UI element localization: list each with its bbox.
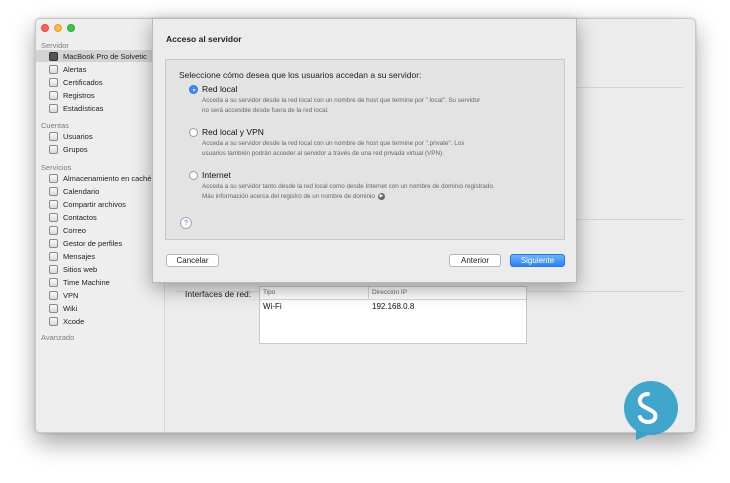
- sidebar-item-label: Alertas: [63, 64, 87, 74]
- option-label[interactable]: Internet: [202, 170, 231, 180]
- sidebar-item-compartir-archivos[interactable]: Compartir archivos: [36, 198, 164, 210]
- radio-internet[interactable]: [189, 171, 198, 180]
- messages-icon: [49, 251, 58, 261]
- sidebar-item-label: Contactos: [63, 212, 97, 222]
- sidebar-item-alertas[interactable]: Alertas: [36, 63, 164, 75]
- header-divider: [260, 299, 526, 300]
- cell-tipo: Wi-Fi: [263, 302, 282, 311]
- solvetic-logo: [624, 381, 678, 440]
- sidebar-item-label: Certificados: [63, 77, 103, 87]
- sidebar-item-label: Mensajes: [63, 251, 96, 261]
- stats-icon: [49, 103, 58, 113]
- sidebar-section-cuentas: Cuentas: [41, 121, 69, 130]
- option-description-line: no será accesible desde fuera de la red …: [202, 107, 329, 114]
- window-controls: [41, 24, 75, 32]
- sidebar-section-avanzado[interactable]: Avanzado: [41, 333, 74, 342]
- calendar-icon: [49, 186, 58, 196]
- close-window-button[interactable]: [41, 24, 49, 32]
- option-description-line: Acceda a su servidor desde la red local …: [202, 97, 481, 104]
- sidebar-item-time-machine[interactable]: Time Machine: [36, 276, 164, 288]
- wiki-icon: [49, 303, 58, 313]
- sidebar-item-contactos[interactable]: Contactos: [36, 211, 164, 223]
- cancel-button[interactable]: Cancelar: [166, 254, 219, 267]
- vpn-icon: [49, 290, 58, 300]
- network-interfaces-table: Tipo Dirección IP Wi-Fi 192.168.0.8: [259, 286, 527, 344]
- log-icon: [49, 90, 58, 100]
- back-button[interactable]: Anterior: [449, 254, 501, 267]
- sidebar-item-label: Almacenamiento en caché: [63, 173, 152, 183]
- sidebar-item-label: Grupos: [63, 144, 88, 154]
- network-interfaces-label: Interfaces de red:: [185, 289, 252, 299]
- server-access-sheet: Acceso al servidor Seleccione cómo desea…: [152, 18, 577, 283]
- sidebar-item-label: Sitios web: [63, 264, 98, 274]
- sidebar-item-calendario[interactable]: Calendario: [36, 185, 164, 197]
- sidebar-item-label: Wiki: [63, 303, 78, 313]
- certificate-icon: [49, 77, 58, 87]
- users-icon: [49, 131, 58, 141]
- sidebar-section-servicios: Servicios: [41, 163, 72, 172]
- next-button[interactable]: Siguiente: [510, 254, 565, 267]
- option-description-line: Acceda a su servidor desde la red local …: [202, 140, 465, 147]
- sidebar-item-wiki[interactable]: Wiki: [36, 302, 164, 314]
- sidebar-item-label: Gestor de perfiles: [63, 238, 123, 248]
- sheet-title: Acceso al servidor: [166, 34, 242, 44]
- cache-icon: [49, 173, 58, 183]
- sidebar-item-label: Correo: [63, 225, 86, 235]
- domain-info-link-text[interactable]: Más información acerca del registro de u…: [202, 193, 375, 200]
- zoom-window-button[interactable]: [67, 24, 75, 32]
- sidebar-item-almacenamiento-en-cach-[interactable]: Almacenamiento en caché: [36, 172, 164, 184]
- column-header-ip[interactable]: Dirección IP: [369, 287, 407, 299]
- groups-icon: [49, 144, 58, 154]
- contacts-icon: [49, 212, 58, 222]
- radio-red-local-vpn[interactable]: [189, 128, 198, 137]
- time-machine-icon: [49, 277, 58, 287]
- sidebar-item-correo[interactable]: Correo: [36, 224, 164, 236]
- option-description-line: usuarios también podrán acceder al servi…: [202, 150, 444, 157]
- column-header-tipo[interactable]: Tipo: [260, 287, 275, 299]
- sidebar-item-label: VPN: [63, 290, 79, 300]
- sidebar-item-label: Xcode: [63, 316, 85, 326]
- sidebar-item-label: MacBook Pro de Solvetic: [63, 51, 147, 61]
- arrow-right-circle-icon[interactable]: ▶: [377, 192, 385, 200]
- sidebar-item-vpn[interactable]: VPN: [36, 289, 164, 301]
- radio-red-local[interactable]: [189, 85, 198, 94]
- sidebar-item-estad-sticas[interactable]: Estadísticas: [36, 102, 164, 114]
- option-description-line: Acceda a su servidor tanto desde la red …: [202, 183, 495, 190]
- sidebar-item-label: Estadísticas: [63, 103, 104, 113]
- sidebar-item-grupos[interactable]: Grupos: [36, 143, 164, 155]
- option-label[interactable]: Red local y VPN: [202, 127, 264, 137]
- option-description: Acceda a su servidor desde la red local …: [202, 139, 542, 159]
- sidebar-item-mensajes[interactable]: Mensajes: [36, 250, 164, 262]
- sidebar-item-sitios-web[interactable]: Sitios web: [36, 263, 164, 275]
- file-sharing-icon: [49, 199, 58, 209]
- sidebar-item-usuarios[interactable]: Usuarios: [36, 130, 164, 142]
- sidebar-item-gestor-de-perfiles[interactable]: Gestor de perfiles: [36, 237, 164, 249]
- sidebar-item-label: Usuarios: [63, 131, 93, 141]
- option-description: Acceda a su servidor desde la red local …: [202, 96, 542, 116]
- access-prompt: Seleccione cómo desea que los usuarios a…: [179, 70, 422, 80]
- sidebar-item-label: Registros: [63, 90, 95, 100]
- alert-icon: [49, 64, 58, 74]
- sidebar-item-label: Time Machine: [63, 277, 110, 287]
- sidebar-item-xcode[interactable]: Xcode: [36, 315, 164, 327]
- minimize-window-button[interactable]: [54, 24, 62, 32]
- option-description: Acceda a su servidor tanto desde la red …: [202, 182, 542, 202]
- option-label[interactable]: Red local: [202, 84, 237, 94]
- sidebar-item-label: Calendario: [63, 186, 100, 196]
- sidebar: Servidor MacBook Pro de Solvetic Alertas C…: [36, 19, 165, 432]
- mail-icon: [49, 225, 58, 235]
- sidebar-section-servidor: Servidor: [41, 41, 69, 50]
- xcode-icon: [49, 316, 58, 326]
- domain-info-link[interactable]: Más información acerca del registro de u…: [202, 192, 542, 202]
- laptop-icon: [49, 51, 58, 61]
- sidebar-item-label: Compartir archivos: [63, 199, 126, 209]
- help-button[interactable]: ?: [180, 217, 192, 229]
- cell-ip: 192.168.0.8: [372, 302, 415, 311]
- sidebar-item-registros[interactable]: Registros: [36, 89, 164, 101]
- access-options-box: Seleccione cómo desea que los usuarios a…: [165, 59, 565, 240]
- sidebar-item-certificados[interactable]: Certificados: [36, 76, 164, 88]
- sidebar-item-macbook-pro-de-solvetic[interactable]: MacBook Pro de Solvetic: [36, 50, 164, 62]
- websites-icon: [49, 264, 58, 274]
- profile-manager-icon: [49, 238, 58, 248]
